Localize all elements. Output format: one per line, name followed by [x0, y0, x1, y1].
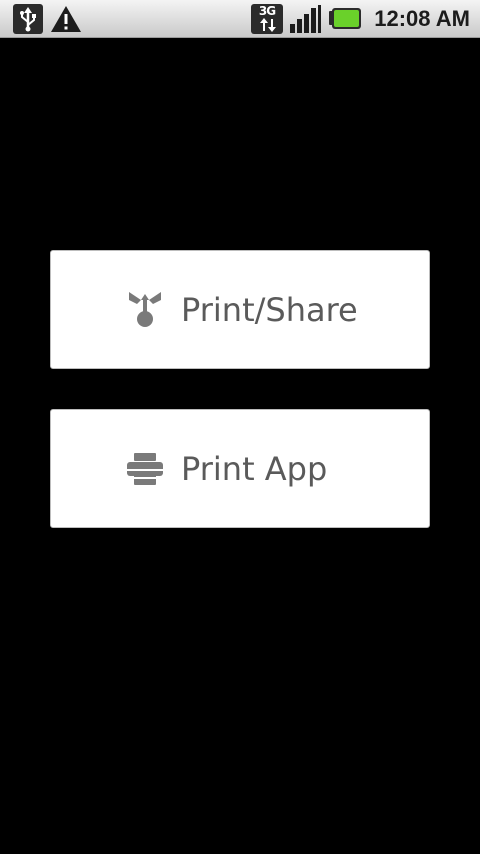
print-share-label: Print/Share: [181, 291, 358, 329]
print-share-icon: [126, 290, 164, 330]
warning-icon: [49, 4, 83, 34]
clock: 12:08 AM: [374, 6, 470, 31]
printer-icon: [126, 449, 164, 489]
network-3g-icon: 3G: [251, 4, 283, 34]
status-bar: 3G 12:08 AM: [0, 0, 480, 38]
print-app-button[interactable]: Print App: [50, 409, 430, 528]
battery-icon: [328, 4, 362, 34]
print-share-button[interactable]: Print/Share: [50, 250, 430, 369]
network-type-label: 3G: [258, 4, 276, 18]
print-app-label: Print App: [181, 450, 328, 488]
signal-icon: [288, 4, 322, 34]
usb-icon: [13, 4, 43, 34]
